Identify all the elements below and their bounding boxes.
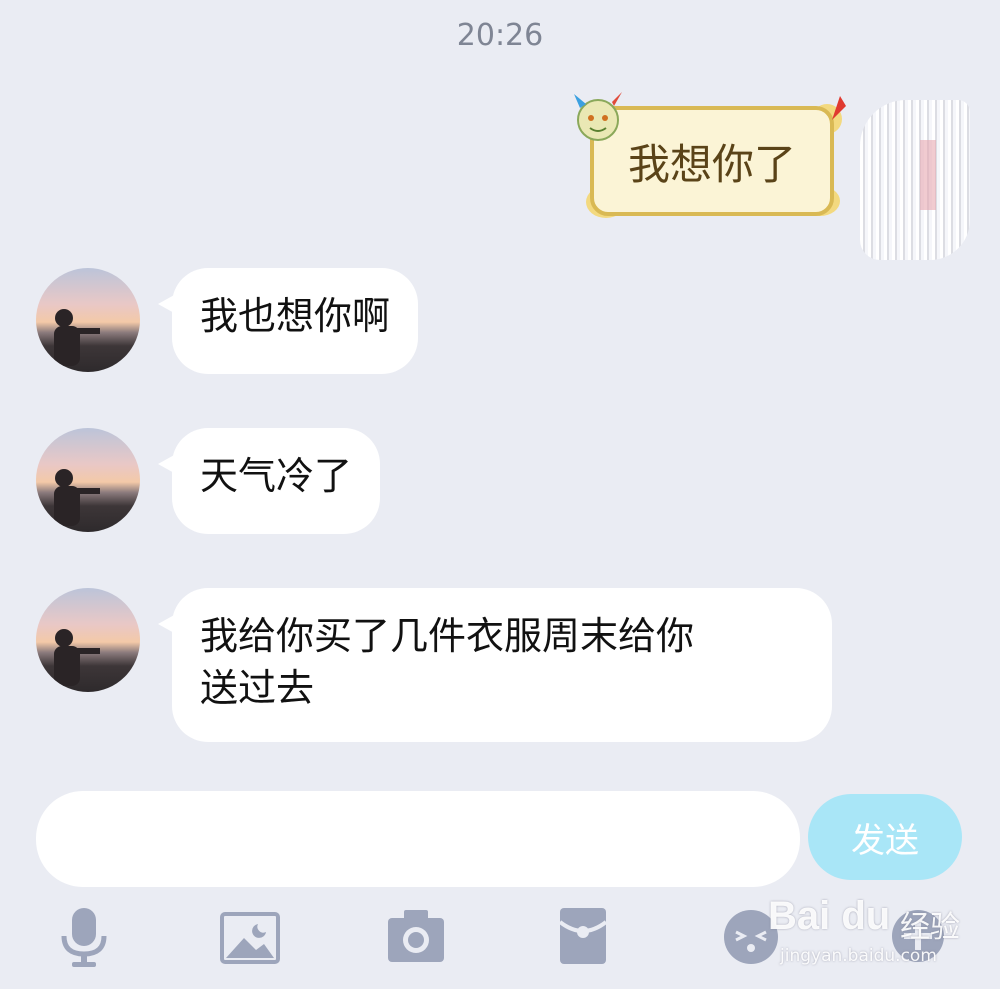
message-text: 天气冷了 (200, 454, 353, 498)
message-bubble[interactable]: 我也想你啊 (157, 268, 419, 374)
microphone-icon[interactable] (58, 906, 110, 970)
contact-avatar[interactable] (36, 268, 140, 372)
image-icon[interactable] (220, 912, 280, 964)
person-silhouette-icon (54, 629, 100, 686)
cartoon-sticker-icon (574, 92, 622, 141)
message-text-line: 送过去 (200, 666, 315, 710)
person-silhouette-icon (54, 469, 100, 526)
red-packet-icon[interactable] (558, 906, 608, 966)
watermark-url: jingyan.baidu.com (780, 946, 937, 966)
contact-avatar[interactable] (36, 428, 140, 532)
timestamp: 20:26 (456, 18, 544, 53)
my-avatar[interactable] (860, 100, 970, 260)
message-text-line: 我给你买了几件衣服周末给你 (200, 614, 695, 658)
message-input[interactable] (36, 791, 800, 887)
watermark-text: 经验 (900, 910, 960, 945)
baidu-watermark: Bai du 经验 jingyan.baidu.com (760, 880, 990, 980)
horn-icon (832, 96, 846, 120)
send-button[interactable]: 发送 (808, 794, 962, 880)
watermark-logo: Bai du (768, 894, 891, 938)
camera-icon[interactable] (386, 908, 446, 964)
message-bubble[interactable]: 我给你买了几件衣服周末给你 送过去 (158, 588, 832, 742)
person-silhouette-icon (54, 309, 100, 366)
message-text: 我想你了 (627, 139, 796, 189)
contact-avatar[interactable] (36, 588, 140, 692)
message-bubble[interactable]: 天气冷了 (157, 428, 381, 534)
message-text: 我也想你啊 (200, 294, 391, 338)
